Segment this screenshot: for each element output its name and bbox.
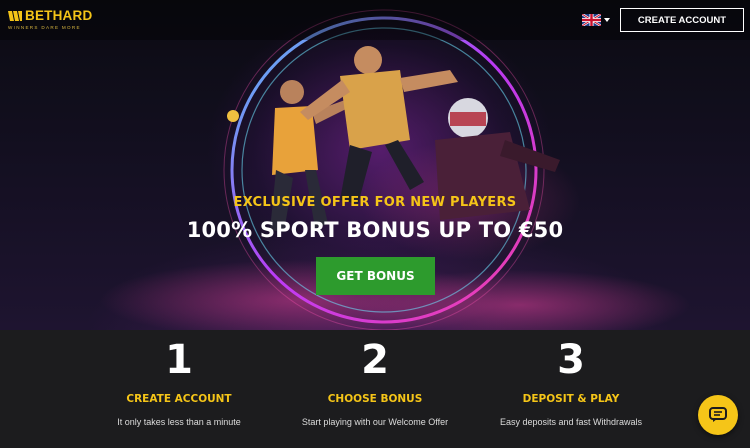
hero-headline: 100% SPORT BONUS UP TO €50 xyxy=(186,218,564,242)
step-description: Start playing with our Welcome Offer xyxy=(301,417,449,427)
step-description: Easy deposits and fast Withdrawals xyxy=(499,417,643,427)
step-description: It only takes less than a minute xyxy=(117,417,241,427)
offer-label: EXCLUSIVE OFFER FOR NEW PLAYERS xyxy=(233,195,517,210)
chat-icon xyxy=(709,407,727,422)
step-item: 1 CREATE ACCOUNT It only takes less than… xyxy=(79,330,279,448)
step-number: 3 xyxy=(557,337,585,383)
brand-name: BETHARD xyxy=(25,8,93,23)
step-title: CREATE ACCOUNT xyxy=(126,393,232,405)
uk-flag-icon xyxy=(582,14,601,26)
bethard-logo-icon xyxy=(8,11,22,21)
step-number: 1 xyxy=(165,337,193,383)
language-selector[interactable] xyxy=(582,14,610,26)
chat-button[interactable] xyxy=(698,395,738,435)
step-item: 3 DEPOSIT & PLAY Easy deposits and fast … xyxy=(471,330,671,448)
chevron-down-icon xyxy=(604,18,610,22)
step-title: CHOOSE BONUS xyxy=(327,393,423,405)
step-title: DEPOSIT & PLAY xyxy=(522,393,620,405)
signup-steps: 1 CREATE ACCOUNT It only takes less than… xyxy=(0,330,750,448)
brand-tagline: WINNERS DARE MORE xyxy=(8,25,81,30)
brand-logo[interactable]: BETHARD WINNERS DARE MORE xyxy=(7,8,97,34)
step-number: 2 xyxy=(361,337,389,383)
top-navigation-bar: BETHARD WINNERS DARE MORE CREATE ACCOUNT xyxy=(0,0,750,40)
get-bonus-button[interactable]: GET BONUS xyxy=(316,257,435,295)
create-account-button[interactable]: CREATE ACCOUNT xyxy=(620,8,744,32)
hero-banner: BETHARD WINNERS DARE MORE CREATE ACCOUNT… xyxy=(0,0,750,330)
step-item: 2 CHOOSE BONUS Start playing with our We… xyxy=(275,330,475,448)
